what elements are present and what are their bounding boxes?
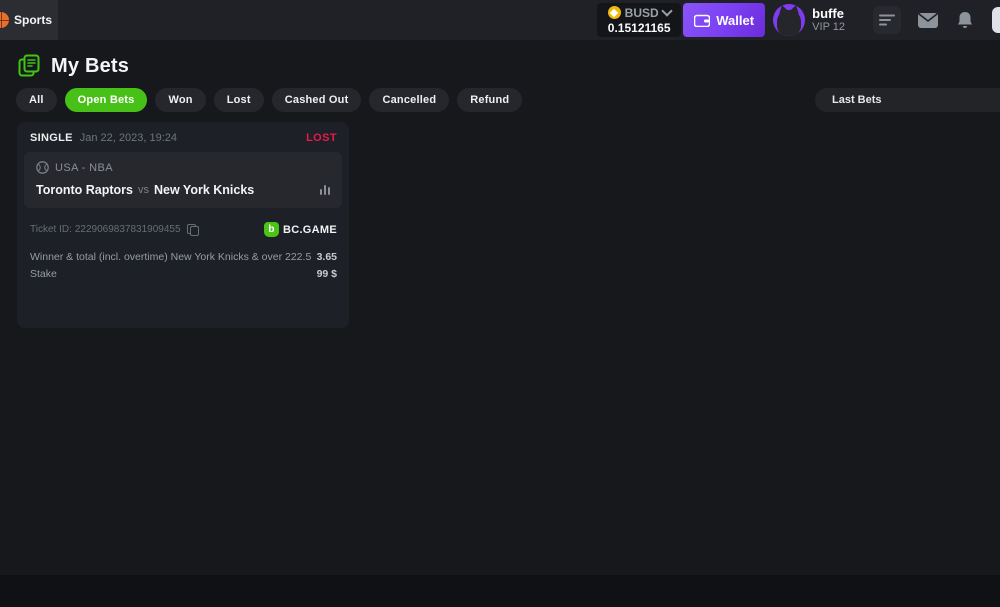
sort-dropdown[interactable]: Last Bets: [815, 88, 1000, 112]
away-team: New York Knicks: [154, 183, 254, 197]
avatar[interactable]: [773, 4, 805, 36]
copy-icon[interactable]: [187, 224, 198, 235]
inbox-button[interactable]: [918, 13, 938, 28]
brand-name: BC.GAME: [283, 224, 337, 236]
stake-value: 99 $: [317, 266, 337, 283]
home-team: Toronto Raptors: [36, 183, 133, 197]
topbar-right: BUSD 0.15121165 Wallet buffe VIP 12: [597, 0, 1000, 40]
basketball-icon: [0, 12, 9, 28]
page-title: My Bets: [51, 55, 129, 78]
currency-balance: 0.15121165: [603, 21, 675, 35]
footer-area: [0, 575, 1000, 607]
filter-cashed-out[interactable]: Cashed Out: [272, 88, 362, 112]
brand-logo: b BC.GAME: [264, 222, 337, 237]
league-icon: [36, 161, 49, 174]
wallet-button[interactable]: Wallet: [683, 3, 765, 37]
vs-label: vs: [138, 184, 149, 196]
wallet-button-label: Wallet: [716, 13, 754, 28]
stats-icon[interactable]: [320, 185, 330, 195]
filter-lost[interactable]: Lost: [214, 88, 264, 112]
user-profile[interactable]: buffe VIP 12: [812, 6, 845, 34]
filter-refund[interactable]: Refund: [457, 88, 522, 112]
league-label: USA - NBA: [55, 162, 113, 174]
bet-datetime: Jan 22, 2023, 19:24: [80, 132, 177, 144]
bet-status-badge: LOST: [306, 132, 337, 144]
notifications-button[interactable]: [957, 12, 973, 29]
match-panel: USA - NBA Toronto Raptors vs New York Kn…: [24, 152, 342, 208]
brand-shield-icon: b: [264, 222, 279, 237]
chat-icon[interactable]: [992, 7, 1000, 33]
bet-details: Winner & total (incl. overtime) New York…: [17, 237, 349, 283]
selection-row: Winner & total (incl. overtime) New York…: [30, 249, 337, 266]
chevron-down-icon: [661, 5, 672, 16]
currency-code: BUSD: [625, 6, 659, 20]
coin-icon: [608, 6, 621, 19]
sports-tab[interactable]: Sports: [0, 0, 58, 40]
bet-type: SINGLE: [30, 132, 73, 144]
ticket-id-value: 2229069837831909455: [75, 224, 181, 235]
filter-tabs: All Open Bets Won Lost Cashed Out Cancel…: [16, 88, 522, 112]
filter-cancelled[interactable]: Cancelled: [369, 88, 449, 112]
filter-open-bets[interactable]: Open Bets: [65, 88, 148, 112]
selection-odds: 3.65: [317, 249, 337, 266]
username: buffe: [812, 6, 845, 21]
topbar: Sports BUSD 0.15121165 Wallet buffe VIP …: [0, 0, 1000, 40]
page-header: My Bets: [18, 54, 129, 78]
sports-tab-label: Sports: [14, 13, 52, 27]
league-row: USA - NBA: [36, 161, 330, 174]
bet-card: SINGLE Jan 22, 2023, 19:24 LOST USA - NB…: [17, 122, 349, 328]
wallet-icon: [694, 14, 710, 27]
mail-icon: [918, 13, 938, 28]
stake-row: Stake 99 $: [30, 266, 337, 283]
menu-list-icon: [879, 14, 895, 26]
ticket-id-label: Ticket ID:: [30, 224, 72, 235]
filter-all[interactable]: All: [16, 88, 57, 112]
match-row: Toronto Raptors vs New York Knicks: [36, 183, 330, 197]
sort-dropdown-value: Last Bets: [832, 94, 882, 106]
bell-icon: [957, 12, 973, 29]
currency-selector[interactable]: BUSD 0.15121165: [597, 3, 681, 37]
selection-label: Winner & total (incl. overtime) New York…: [30, 249, 311, 266]
stake-label: Stake: [30, 266, 57, 283]
filter-won[interactable]: Won: [155, 88, 205, 112]
my-bets-icon: [18, 54, 41, 78]
bet-card-header: SINGLE Jan 22, 2023, 19:24 LOST: [17, 122, 349, 150]
vip-level: VIP 12: [812, 21, 845, 34]
ticket-row: Ticket ID: 2229069837831909455 b BC.GAME: [17, 208, 349, 237]
bet-list-button[interactable]: [873, 6, 901, 34]
